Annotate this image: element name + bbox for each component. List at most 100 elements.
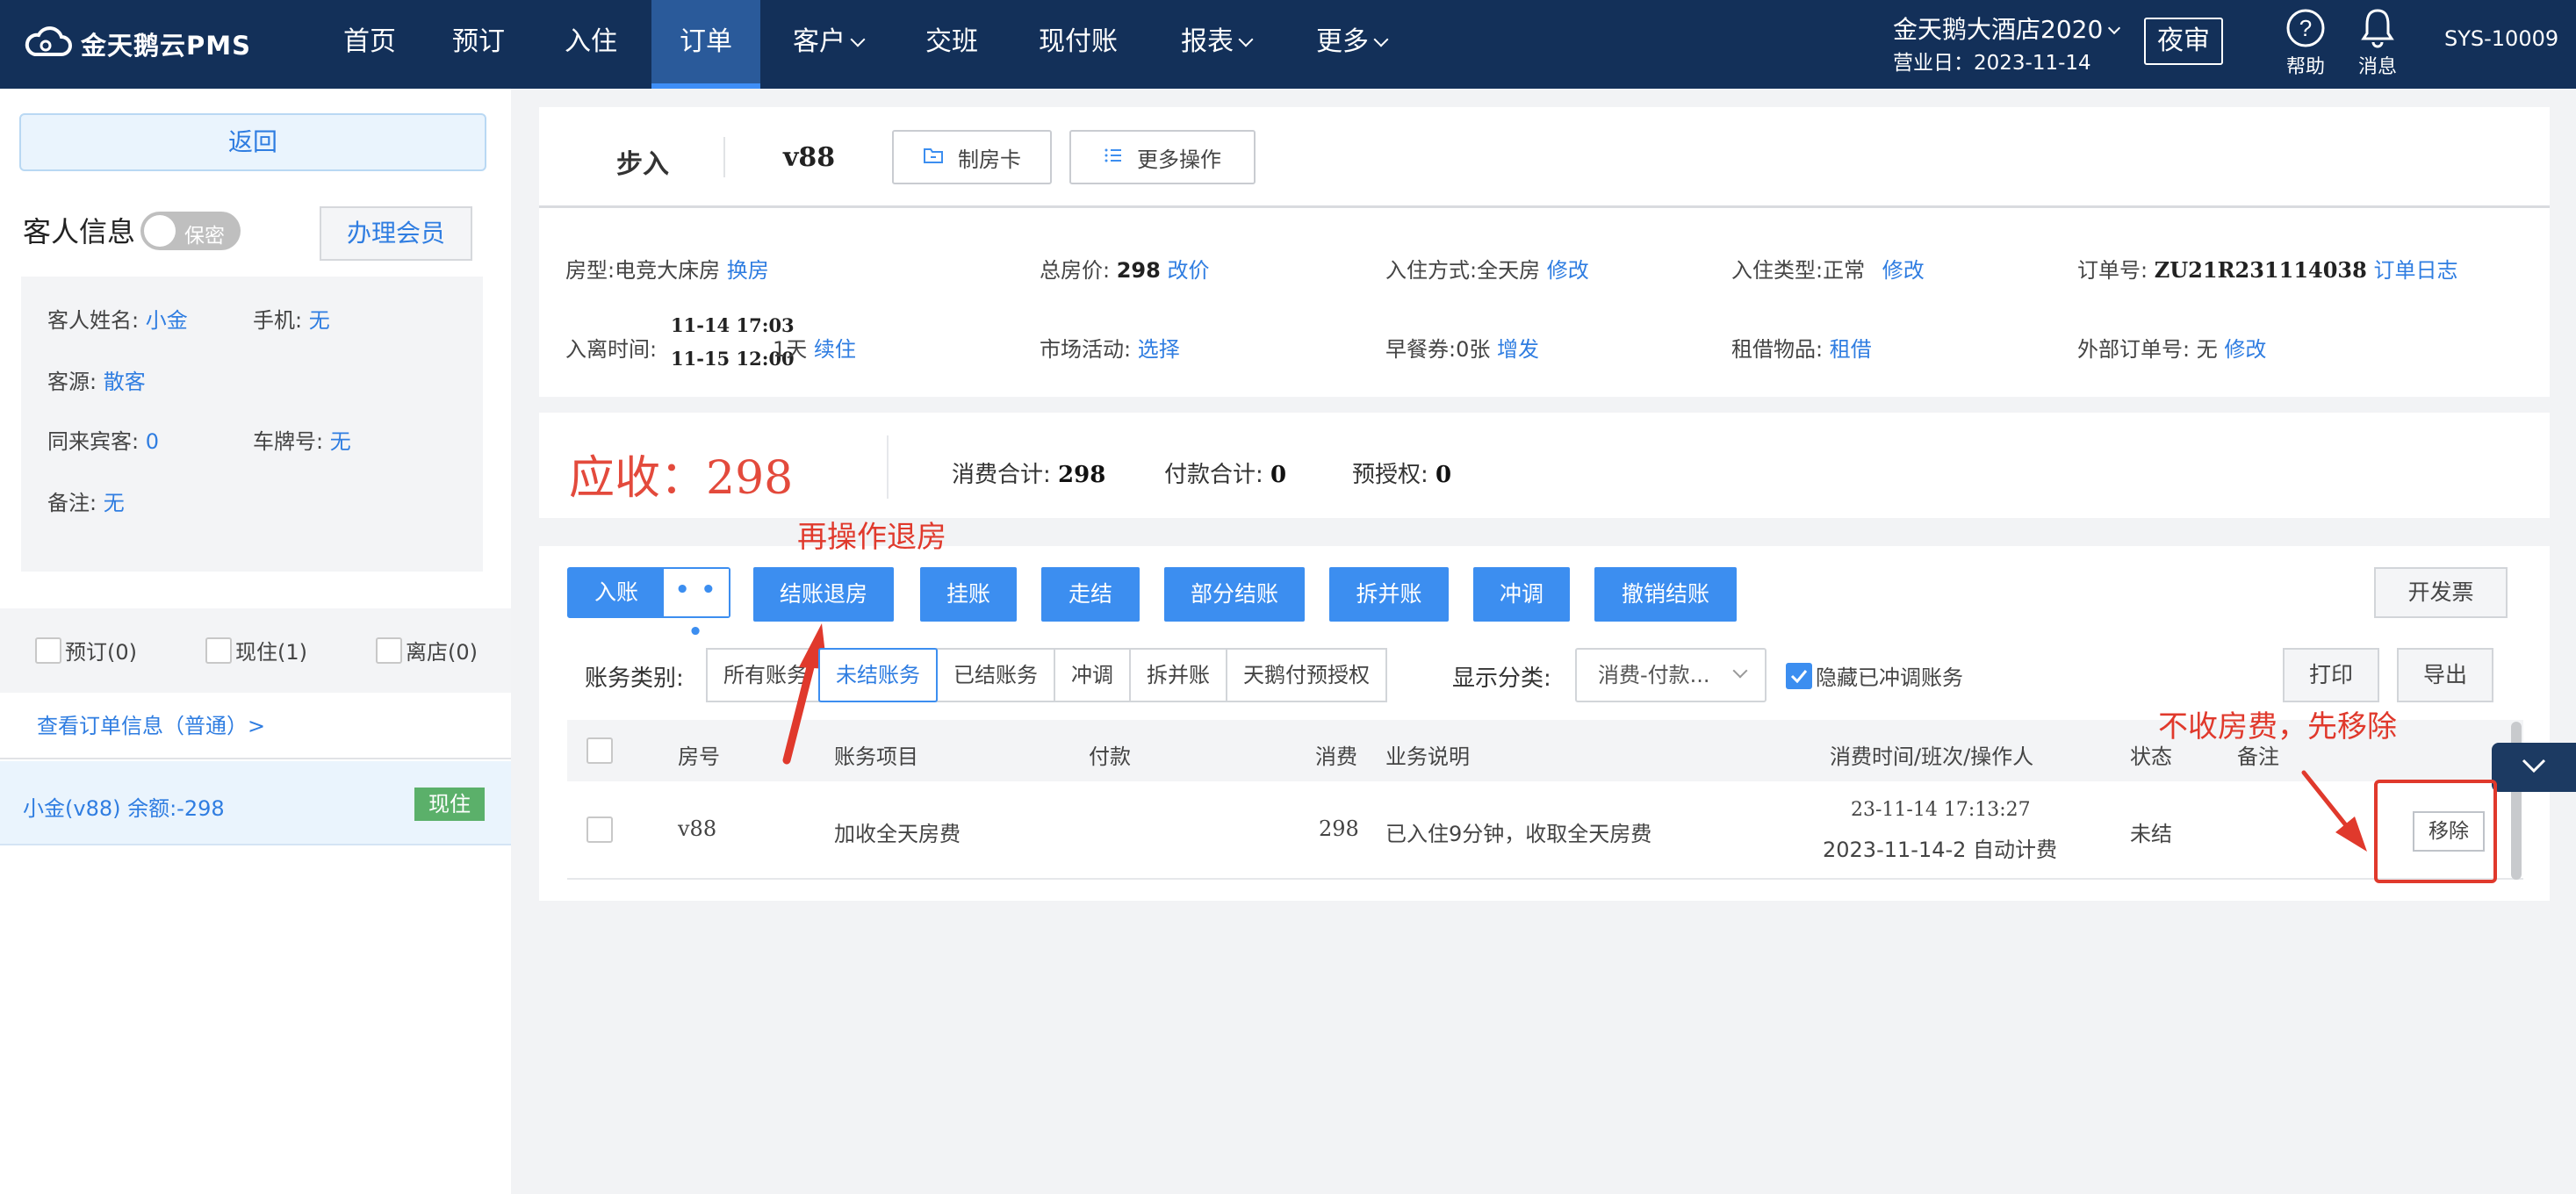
column-description: 业务说明 [1385, 744, 1470, 769]
nav-orders[interactable]: 订单 [651, 0, 760, 89]
filter-reserved[interactable]: 预订(0) [35, 635, 137, 665]
register-member-button[interactable]: 办理会员 [320, 206, 472, 261]
hide-reversed-checkbox[interactable]: 隐藏已冲调账务 [1786, 660, 1963, 691]
annotation-checkout: 再操作退房 [797, 520, 946, 555]
amount-due: 应收：298 [569, 452, 794, 505]
issue-breakfast-link[interactable]: 增发 [1497, 337, 1539, 362]
table-row[interactable]: v88 加收全天房费 298 已入住9分钟，收取全天房费 23-11-14 17… [567, 781, 2523, 880]
external-order-field: 外部订单号: 无 修改 [2077, 337, 2267, 362]
bell-icon [2342, 5, 2413, 51]
column-consume: 消费 [1315, 744, 1357, 769]
select-market-link[interactable]: 选择 [1138, 337, 1180, 362]
room-list-item[interactable]: 小金(v88) 余额:-298 现住 [0, 761, 511, 845]
hotel-selector[interactable]: 金天鹅大酒店2020 [1893, 11, 2121, 46]
extend-stay-link[interactable]: 续住 [814, 337, 856, 362]
user-menu[interactable]: SYS-10009 [2444, 26, 2558, 51]
adjust-button[interactable]: 冲调 [1473, 567, 1570, 622]
modify-external-order-link[interactable]: 修改 [2224, 337, 2266, 362]
export-button[interactable]: 导出 [2397, 648, 2493, 702]
order-log-link[interactable]: 订单日志 [2373, 258, 2457, 283]
summary-card: 应收：298 消费合计: 298 付款合计: 0 预授权: 0 [539, 413, 2550, 518]
annotation-remove: 不收房费，先移除 [2158, 709, 2397, 744]
help-button[interactable]: ? 帮助 [2270, 5, 2341, 79]
guest-name-link[interactable]: 小金 [146, 308, 188, 333]
rental-field: 租借物品: 租借 [1731, 337, 1872, 362]
checkbox[interactable] [35, 637, 61, 664]
modify-checkin-mode-link[interactable]: 修改 [1547, 258, 1589, 283]
remark-field: 备注: 无 [47, 491, 125, 515]
make-room-card-button[interactable]: 制房卡 [892, 130, 1052, 184]
category-preauth[interactable]: 天鹅付预授权 [1226, 648, 1387, 702]
category-unsettled[interactable]: 未结账务 [818, 648, 938, 702]
category-adjust[interactable]: 冲调 [1054, 648, 1131, 702]
category-all[interactable]: 所有账务 [706, 648, 820, 702]
toggle-label: 保密 [184, 225, 225, 248]
cloud-logo-icon [23, 25, 72, 63]
invoice-button[interactable]: 开发票 [2374, 567, 2508, 618]
category-split-merge[interactable]: 拆并账 [1129, 648, 1227, 702]
more-actions-button[interactable]: 更多操作 [1069, 130, 1256, 184]
hang-account-button[interactable]: 挂账 [920, 567, 1017, 622]
preauth-total: 预授权: 0 [1352, 462, 1452, 488]
checkbox[interactable] [205, 637, 232, 664]
nav-more[interactable]: 更多 [1303, 0, 1400, 89]
category-segmented-control: 所有账务 未结账务 已结账务 冲调 拆并账 天鹅付预授权 [706, 648, 1387, 702]
help-icon: ? [2270, 5, 2341, 51]
privacy-toggle[interactable]: 保密 [140, 212, 241, 250]
guest-phone-link[interactable]: 无 [309, 308, 330, 333]
column-item: 账务项目 [834, 744, 918, 769]
view-order-info-link[interactable]: 查看订单信息（普通）> [37, 708, 265, 739]
nav-home[interactable]: 首页 [330, 0, 409, 89]
collapse-panel-button[interactable] [2492, 743, 2576, 792]
guest-info-box: 客人姓名: 小金 手机: 无 客源: 散客 同来宾客: 0 车牌号: 无 备注:… [21, 277, 483, 572]
row-checkbox[interactable] [586, 816, 613, 843]
app-logo[interactable]: 金天鹅云PMS [23, 25, 251, 63]
status-badge: 现住 [414, 788, 485, 821]
print-button[interactable]: 打印 [2283, 648, 2379, 702]
cancel-settle-button[interactable]: 撤销结账 [1594, 567, 1737, 622]
column-payment: 付款 [1089, 744, 1131, 769]
filter-departed[interactable]: 离店(0) [376, 635, 478, 665]
select-all-checkbox[interactable] [586, 737, 613, 764]
market-field: 市场活动: 选择 [1040, 337, 1180, 362]
nav-shift[interactable]: 交班 [910, 0, 994, 89]
chevron-down-icon [2108, 21, 2121, 35]
cell-time: 23-11-14 17:13:27 [1851, 799, 2031, 821]
order-number-field: 订单号: ZU21R231114038 订单日志 [2077, 257, 2458, 283]
modify-checkin-type-link[interactable]: 修改 [1882, 258, 1925, 283]
column-time: 消费时间/班次/操作人 [1830, 744, 2034, 769]
change-room-link[interactable]: 换房 [727, 258, 769, 283]
column-room: 房号 [678, 744, 720, 769]
remark-link[interactable]: 无 [104, 491, 125, 515]
post-charge-button[interactable]: 入账 [569, 569, 664, 616]
checkout-button[interactable]: 结账退房 [753, 567, 894, 622]
plate-link[interactable]: 无 [330, 429, 351, 454]
display-category-select[interactable]: 消费-付款... [1575, 648, 1767, 702]
total-price-field: 总房价: 298 改价 [1040, 258, 1210, 283]
walk-settle-button[interactable]: 走结 [1041, 567, 1140, 622]
nav-checkin[interactable]: 入住 [551, 0, 630, 89]
nav-customers[interactable]: 客户 [780, 0, 876, 89]
companions-link[interactable]: 0 [146, 429, 159, 454]
guest-info-title: 客人信息 [23, 215, 136, 248]
back-button[interactable]: 返回 [19, 113, 486, 171]
business-day: 营业日：2023-11-14 [1893, 52, 2091, 75]
split-merge-button[interactable]: 拆并账 [1329, 567, 1449, 622]
rental-link[interactable]: 租借 [1830, 337, 1872, 362]
cell-shift: 2023-11-14-2 自动计费 [1823, 838, 2058, 862]
change-price-link[interactable]: 改价 [1167, 258, 1209, 283]
more-dots-button[interactable]: • • • [664, 569, 729, 645]
divider [723, 137, 725, 177]
nav-reservation[interactable]: 预订 [439, 0, 518, 89]
guest-source-link[interactable]: 散客 [104, 370, 146, 394]
nav-cash-account[interactable]: 现付账 [1029, 0, 1127, 89]
stay-label: 入离时间: [565, 337, 658, 362]
nav-reports[interactable]: 报表 [1168, 0, 1264, 89]
category-settled[interactable]: 已结账务 [936, 648, 1055, 702]
checkbox[interactable] [376, 637, 402, 664]
messages-button[interactable]: 消息 [2342, 5, 2413, 79]
night-audit-button[interactable]: 夜审 [2144, 18, 2223, 65]
partial-settle-button[interactable]: 部分结账 [1164, 567, 1305, 622]
plate-field: 车牌号: 无 [253, 429, 351, 454]
filter-inhouse[interactable]: 现住(1) [205, 635, 307, 665]
